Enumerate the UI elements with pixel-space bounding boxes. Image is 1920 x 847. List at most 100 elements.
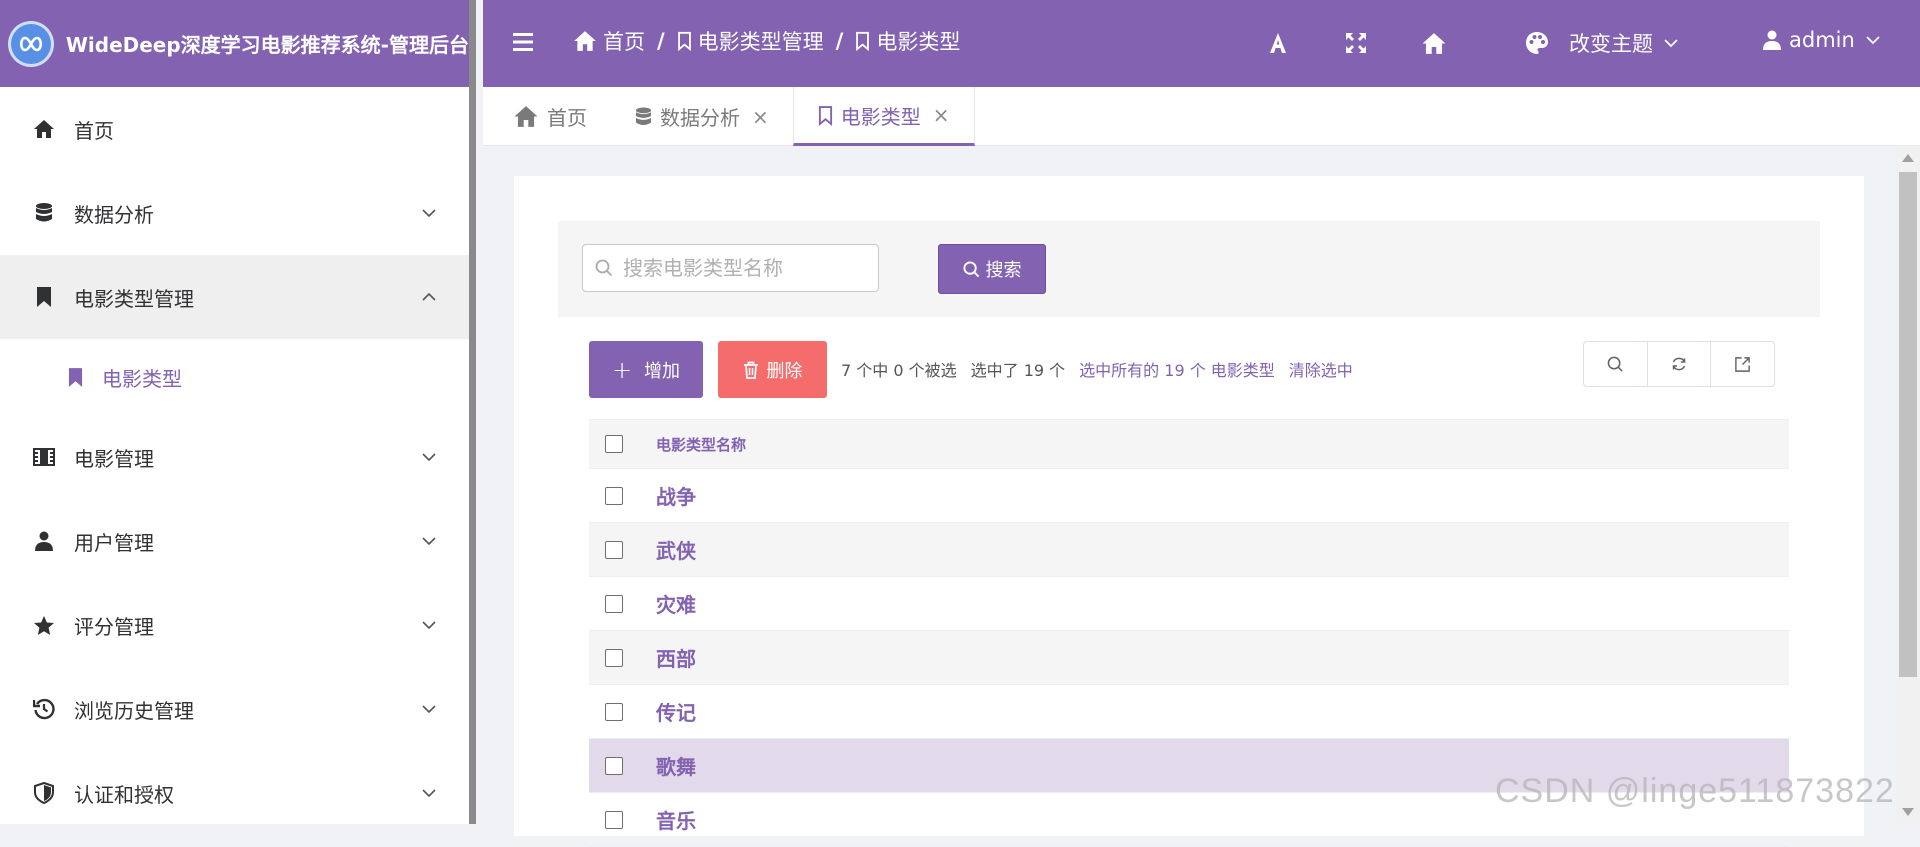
toggle-search-button[interactable]: [1584, 342, 1648, 386]
theme-label: 改变主题: [1569, 32, 1653, 56]
row-checkbox[interactable]: [605, 486, 623, 505]
sidebar-item-label: 电影管理: [74, 446, 154, 471]
scrollbar-thumb[interactable]: [1899, 172, 1917, 677]
search-button[interactable]: 搜索: [938, 244, 1046, 294]
selection-count: 7 个中 0 个被选: [841, 361, 957, 380]
row-checkbox[interactable]: [605, 702, 623, 721]
history-icon: [32, 697, 56, 721]
star-icon: [32, 613, 56, 637]
chevron-down-icon: [1866, 36, 1880, 45]
sidebar-item-auth[interactable]: 认证和授权: [0, 751, 469, 835]
row-checkbox[interactable]: [605, 756, 623, 775]
change-theme-dropdown[interactable]: 改变主题: [1525, 28, 1679, 58]
chevron-down-icon: [422, 621, 436, 630]
column-header-name[interactable]: 电影类型名称: [656, 434, 746, 455]
menu-toggle-icon[interactable]: [513, 30, 535, 54]
bookmark-outline-icon: [677, 31, 691, 51]
tab-label: 电影类型: [840, 104, 921, 129]
plus-icon: +: [611, 355, 633, 384]
user-icon: [32, 529, 56, 553]
breadcrumb-movie-type-management[interactable]: 电影类型管理: [677, 26, 824, 56]
breadcrumb-separator: /: [835, 29, 844, 53]
sidebar-item-label: 认证和授权: [74, 782, 174, 807]
font-size-icon[interactable]: [1265, 30, 1291, 56]
search-input[interactable]: [623, 256, 853, 280]
bookmark-icon: [32, 285, 56, 309]
export-icon: [1735, 356, 1750, 372]
table-row: 传记: [589, 685, 1789, 739]
tab-close-icon[interactable]: ×: [933, 103, 950, 127]
table-row: 战争: [589, 469, 1789, 523]
tab-home[interactable]: 首页: [483, 87, 611, 146]
tab-close-icon[interactable]: ×: [752, 105, 769, 129]
page-scrollbar[interactable]: [1896, 146, 1920, 824]
home-icon[interactable]: [1421, 30, 1447, 56]
top-header: 首页 / 电影类型管理 / 电影类型 改变主题 admin: [483, 0, 1920, 87]
user-dropdown[interactable]: admin: [1763, 28, 1881, 52]
movie-type-name-link[interactable]: 音乐: [656, 805, 696, 834]
page-tabs: 首页 数据分析 × 电影类型 ×: [483, 87, 1920, 146]
movie-type-name-link[interactable]: 歌舞: [656, 751, 696, 780]
sidebar-item-label: 电影类型: [102, 366, 182, 391]
shield-icon: [32, 781, 56, 805]
search-icon: [595, 259, 613, 277]
chevron-up-icon: [422, 292, 436, 301]
scroll-up-arrow-icon[interactable]: [1902, 154, 1914, 162]
bookmark-outline-icon: [818, 105, 832, 126]
sidebar-item-label: 评分管理: [74, 614, 154, 639]
watermark: CSDN @linge511873822: [1495, 772, 1895, 810]
delete-button[interactable]: 删除: [718, 341, 827, 398]
tab-data-analysis[interactable]: 数据分析 ×: [611, 87, 793, 146]
scroll-down-arrow-icon[interactable]: [1902, 808, 1914, 816]
add-button[interactable]: + 增加: [589, 341, 703, 398]
breadcrumb-home[interactable]: 首页: [573, 26, 645, 56]
export-button[interactable]: [1711, 342, 1774, 386]
search-input-wrapper[interactable]: [582, 244, 879, 292]
movie-type-name-link[interactable]: 战争: [656, 481, 696, 510]
sidebar-item-movie-type[interactable]: 电影类型: [0, 339, 469, 415]
home-icon: [32, 117, 56, 141]
movie-type-name-link[interactable]: 灾难: [656, 589, 696, 618]
tab-movie-type[interactable]: 电影类型 ×: [792, 87, 975, 146]
chevron-down-icon: [422, 453, 436, 462]
row-checkbox[interactable]: [605, 810, 623, 829]
chevron-down-icon: [422, 209, 436, 218]
breadcrumb-movie-type: 电影类型: [855, 26, 960, 56]
action-toolbar: + 增加 删除 7 个中 0 个被选 选中了 19 个 选中所有的 19 个 电…: [589, 341, 1789, 401]
home-icon: [574, 31, 596, 51]
sidebar-item-movie-management[interactable]: 电影管理: [0, 415, 469, 499]
clear-selection-link[interactable]: 清除选中: [1289, 357, 1353, 381]
refresh-button[interactable]: [1648, 342, 1712, 386]
movie-type-name-link[interactable]: 传记: [656, 697, 696, 726]
app-title: WideDeep深度学习电影推荐系统-管理后台: [65, 33, 469, 57]
sidebar-item-browse-history-management[interactable]: 浏览历史管理: [0, 667, 469, 751]
bookmark-icon: [64, 366, 86, 388]
sidebar-item-home[interactable]: 首页: [0, 87, 469, 171]
row-checkbox[interactable]: [605, 648, 623, 667]
breadcrumb-label: 电影类型管理: [697, 30, 824, 54]
trash-icon: [743, 361, 758, 379]
sidebar-item-user-management[interactable]: 用户管理: [0, 499, 469, 583]
sidebar-item-data-analysis[interactable]: 数据分析: [0, 171, 469, 255]
row-checkbox[interactable]: [605, 594, 623, 613]
sidebar-item-label: 电影类型管理: [74, 286, 194, 311]
breadcrumb: 首页 / 电影类型管理 / 电影类型: [573, 26, 960, 56]
row-checkbox[interactable]: [605, 540, 623, 559]
select-all-checkbox[interactable]: [605, 435, 623, 453]
sidebar-item-movie-type-management[interactable]: 电影类型管理: [0, 255, 469, 339]
chevron-down-icon: [422, 789, 436, 798]
select-all-link[interactable]: 选中所有的 19 个 电影类型: [1079, 357, 1275, 381]
user-icon: [1763, 30, 1781, 50]
selected-total: 选中了 19 个: [970, 361, 1066, 380]
fullscreen-icon[interactable]: [1343, 30, 1369, 56]
chevron-down-icon: [422, 537, 436, 546]
movie-type-name-link[interactable]: 武侠: [656, 535, 696, 564]
home-icon: [514, 106, 538, 127]
chevron-down-icon: [422, 705, 436, 714]
sidebar-item-label: 数据分析: [74, 202, 154, 227]
sidebar-item-rating-management[interactable]: 评分管理: [0, 583, 469, 667]
database-icon: [32, 201, 56, 225]
movie-type-name-link[interactable]: 西部: [656, 643, 696, 672]
search-button-label: 搜索: [985, 260, 1022, 281]
selection-info: 7 个中 0 个被选 选中了 19 个 选中所有的 19 个 电影类型 清除选中: [841, 357, 1367, 381]
